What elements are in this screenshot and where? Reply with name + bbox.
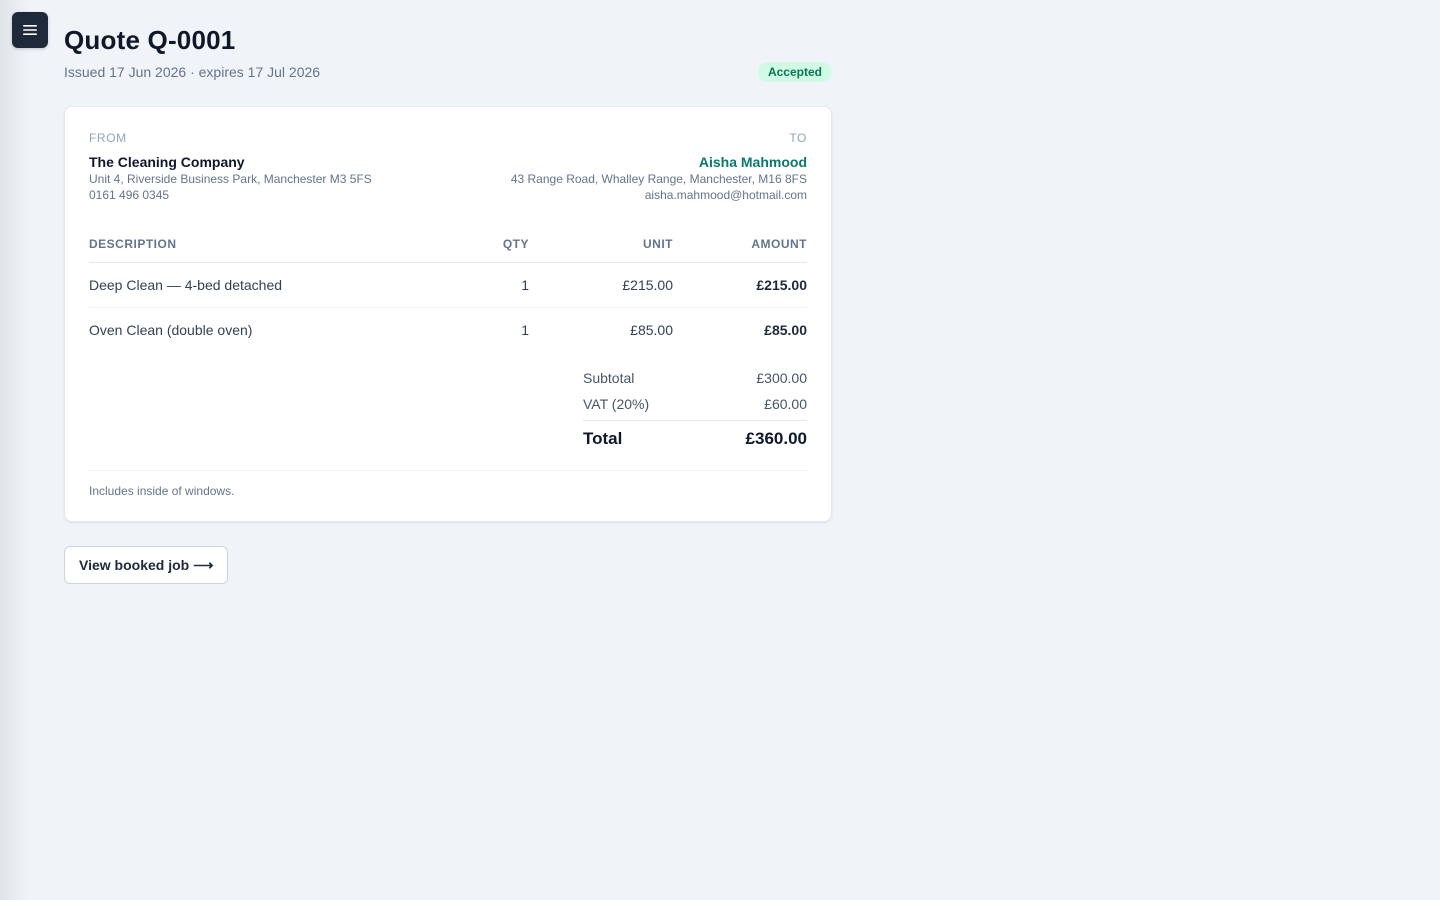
quote-page: Quote Q-0001 Issued 17 Jun 2026 · expire… bbox=[64, 24, 832, 584]
to-block: TO Aisha Mahmood 43 Range Road, Whalley … bbox=[448, 131, 807, 203]
item-amount: £85.00 bbox=[764, 322, 807, 339]
from-name: The Cleaning Company bbox=[89, 154, 245, 170]
subtotal-row: Subtotal £300.00 bbox=[583, 365, 807, 391]
customer-address: 43 Range Road, Whalley Range, Manchester… bbox=[510, 172, 807, 186]
col-amount: AMOUNT bbox=[673, 229, 807, 263]
to-label: TO bbox=[789, 131, 807, 145]
quote-meta: Issued 17 Jun 2026 · expires 17 Jul 2026… bbox=[64, 62, 832, 82]
item-unit-price: £85.00 bbox=[630, 322, 673, 339]
item-unit-price: £215.00 bbox=[529, 262, 673, 308]
total-row: Total £360.00 bbox=[583, 419, 807, 454]
from-phone: 0161 496 0345 bbox=[89, 188, 170, 202]
view-booked-job-button[interactable]: View booked job ⟶ bbox=[64, 546, 229, 584]
view-booked-job-label: View booked job bbox=[79, 557, 190, 573]
customer-email: aisha.mahmood@hotmail.com bbox=[644, 188, 807, 202]
total-value: £360.00 bbox=[745, 429, 807, 448]
total-label: Total bbox=[583, 429, 623, 448]
item-amount: £215.00 bbox=[673, 262, 807, 308]
from-block: FROM The Cleaning Company Unit 4, Rivers… bbox=[89, 131, 448, 203]
hamburger-icon bbox=[23, 24, 37, 36]
item-description: Deep Clean — 4-bed detached bbox=[89, 262, 469, 308]
menu-button[interactable] bbox=[12, 12, 48, 48]
item-description: Oven Clean (double oven) bbox=[89, 322, 253, 339]
quote-dates: Issued 17 Jun 2026 · expires 17 Jul 2026 bbox=[64, 64, 321, 80]
page-title: Quote Q-0001 bbox=[64, 25, 236, 55]
edge-shadow bbox=[0, 0, 30, 900]
status-badge: Accepted bbox=[757, 62, 832, 82]
parties: FROM The Cleaning Company Unit 4, Rivers… bbox=[89, 131, 807, 203]
col-unit: UNIT bbox=[529, 229, 673, 263]
item-qty: 1 bbox=[521, 322, 529, 339]
customer-name: Aisha Mahmood bbox=[698, 154, 807, 170]
item-qty: 1 bbox=[469, 262, 529, 308]
vat-row: VAT (20%) £60.00 bbox=[583, 391, 807, 417]
vat-value: £60.00 bbox=[764, 395, 807, 412]
from-label: FROM bbox=[89, 131, 127, 145]
table-row: Oven Clean (double oven) 1 £85.00 £85.00 bbox=[89, 308, 807, 353]
col-qty: QTY bbox=[469, 229, 529, 263]
arrow-right-icon: ⟶ bbox=[193, 556, 214, 573]
from-address: Unit 4, Riverside Business Park, Manches… bbox=[89, 172, 372, 186]
col-description: DESCRIPTION bbox=[89, 229, 469, 263]
totals-block: Subtotal £300.00 VAT (20%) £60.00 Total … bbox=[583, 365, 807, 454]
quote-notes: Includes inside of windows. bbox=[89, 469, 807, 498]
subtotal-label: Subtotal bbox=[583, 369, 635, 386]
table-header-row: DESCRIPTION QTY UNIT AMOUNT bbox=[89, 229, 807, 263]
quote-card: FROM The Cleaning Company Unit 4, Rivers… bbox=[64, 106, 832, 522]
subtotal-value: £300.00 bbox=[756, 369, 807, 386]
line-items-table: DESCRIPTION QTY UNIT AMOUNT Deep Clean —… bbox=[89, 229, 807, 353]
vat-label: VAT (20%) bbox=[583, 395, 650, 412]
table-row: Deep Clean — 4-bed detached 1 £215.00 £2… bbox=[89, 262, 807, 308]
